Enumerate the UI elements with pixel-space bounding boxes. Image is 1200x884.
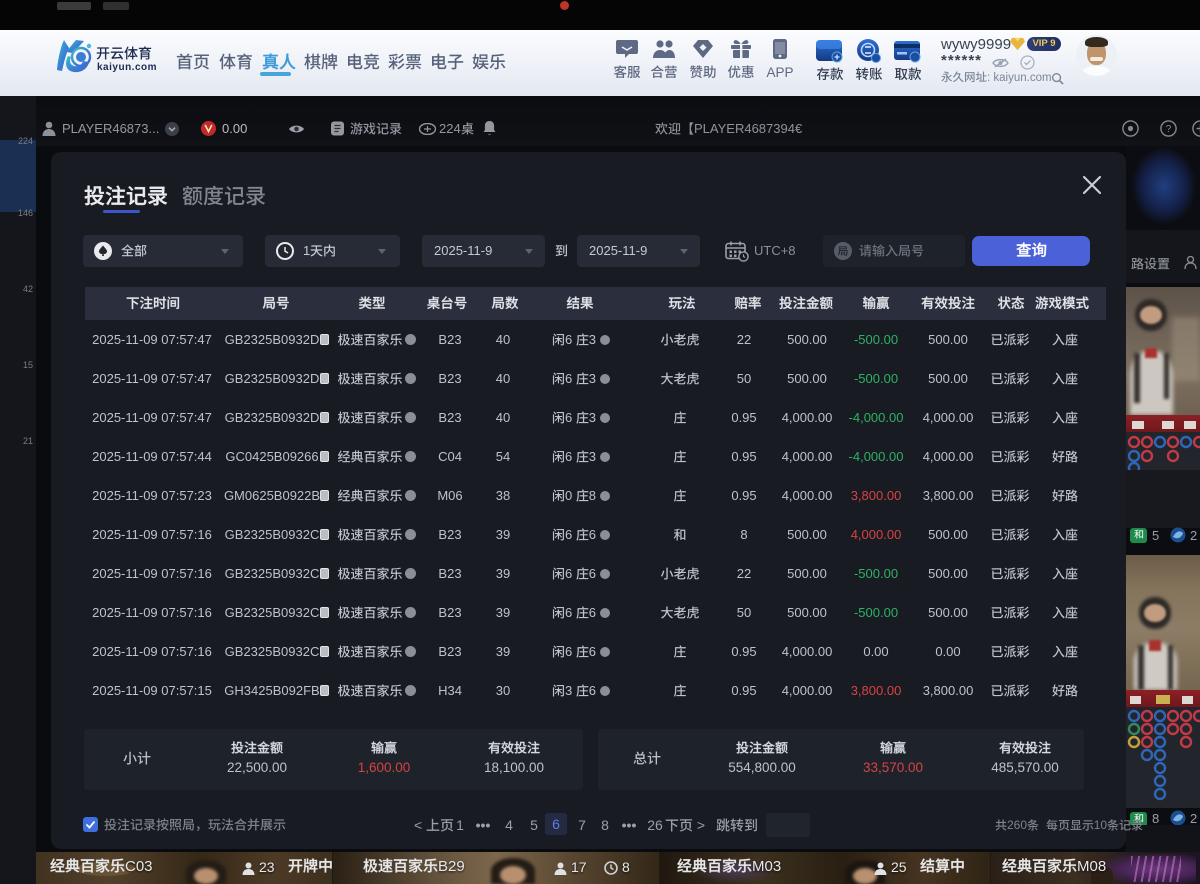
- svg-text:?: ?: [1166, 124, 1172, 135]
